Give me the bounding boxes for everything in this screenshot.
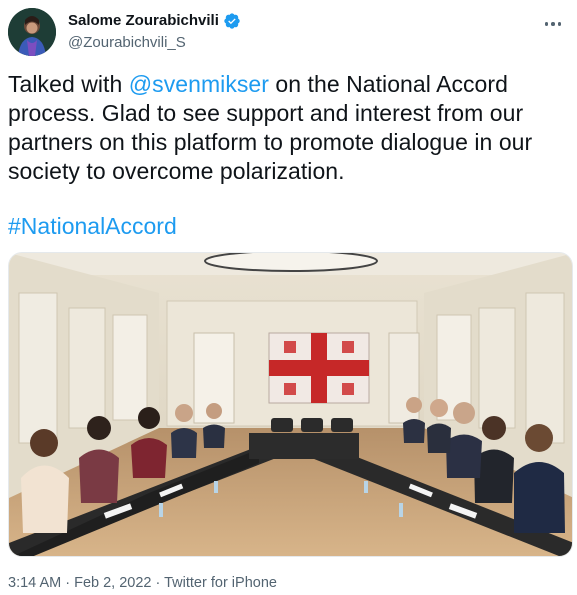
display-name[interactable]: Salome Zourabichvili (68, 11, 219, 31)
tweet-date[interactable]: Feb 2, 2022 (74, 575, 151, 591)
more-options-icon[interactable] (541, 14, 565, 34)
author-names: Salome Zourabichvili @Zourabichvili_S (68, 11, 241, 53)
tweet-photo[interactable] (8, 252, 573, 557)
tweet-time[interactable]: 3:14 AM (8, 575, 61, 591)
author-handle[interactable]: @Zourabichvili_S (68, 33, 241, 53)
tweet-text-segment: Talked with (8, 71, 129, 97)
meeting-room-photo (9, 253, 572, 556)
tweet-line-2: process. Glad to see support and interes… (8, 100, 524, 126)
tweet-line-4: society to overcome polarization. (8, 158, 345, 184)
tweet-line-1: Talked with @svenmikser on the National … (8, 70, 568, 99)
meta-separator: · (61, 575, 75, 591)
avatar[interactable] (8, 8, 56, 56)
verified-badge-icon (224, 13, 240, 29)
tweet-header: Salome Zourabichvili @Zourabichvili_S (8, 8, 569, 58)
tweet-text-segment: on the National Accord (268, 71, 508, 97)
tweet-source[interactable]: Twitter for iPhone (164, 575, 277, 591)
tweet-line-3: partners on this platform to promote dia… (8, 129, 533, 155)
tweet-text: Talked with @svenmikser on the National … (8, 70, 568, 186)
mention-link[interactable]: @svenmikser (129, 71, 269, 97)
hashtag-link[interactable]: #NationalAccord (8, 213, 177, 239)
meta-separator: · (151, 575, 165, 591)
hashtag-line: #NationalAccord (8, 212, 177, 241)
avatar-image (8, 8, 56, 56)
tweet-meta: 3:14 AM · Feb 2, 2022 · Twitter for iPho… (8, 574, 277, 592)
